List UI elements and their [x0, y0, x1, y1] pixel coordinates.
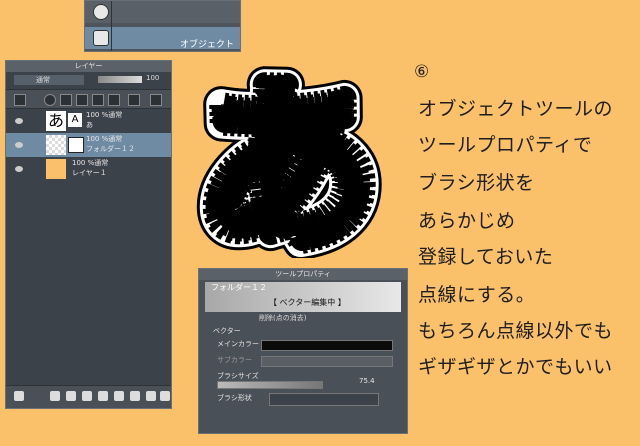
object-tool-row[interactable]: オブジェクト	[85, 27, 240, 50]
layer-panel: レイヤー 通常 100 あ A 100 %通常 あ 100 %通常 フォルダー１…	[5, 60, 172, 409]
step-number: ⑥	[414, 62, 430, 82]
merge-down-icon[interactable]	[98, 391, 108, 401]
ruler-icon[interactable]	[60, 94, 72, 106]
layer-options-icon[interactable]	[128, 94, 140, 106]
copy-layer-icon[interactable]	[146, 391, 156, 401]
text-layer-badge: A	[68, 113, 82, 127]
object-tool-icon	[93, 30, 109, 46]
layer-row-selected[interactable]: 100 %通常 フォルダー１２	[6, 133, 171, 157]
mask-add-icon[interactable]	[114, 391, 124, 401]
layer-color-icon[interactable]	[14, 94, 26, 106]
new-folder-icon[interactable]	[82, 391, 92, 401]
brush-size-value: 75.4	[359, 377, 375, 385]
eye-icon[interactable]	[15, 118, 23, 124]
mask-icon[interactable]	[44, 94, 56, 106]
magnifier-icon	[93, 4, 109, 20]
main-color-label: メインカラー	[217, 340, 259, 348]
tool-property-header: フォルダー１２ 【 ベクター編集中 】	[205, 282, 401, 312]
new-vector-icon[interactable]	[66, 391, 76, 401]
new-raster-icon[interactable]	[50, 391, 60, 401]
instruction-line: ギザギザとかでもいい	[418, 356, 613, 378]
layer-bottom-bar	[6, 385, 171, 408]
layer-name: レイヤー１	[72, 169, 107, 177]
vector-edit-badge: 【 ベクター編集中 】	[269, 298, 346, 307]
layer-mode: 100 %通常	[86, 111, 123, 119]
eye-icon[interactable]	[15, 166, 23, 172]
layer-mode: 100 %通常	[86, 135, 123, 143]
instruction-line: あらかじめ	[418, 210, 516, 232]
ruler-add-icon[interactable]	[130, 391, 140, 401]
layer-name: フォルダー１２	[86, 145, 135, 153]
instruction-line: もちろん点線以外でも	[418, 320, 614, 342]
layer-row[interactable]: あ A 100 %通常 あ	[6, 109, 171, 133]
sub-color-swatch[interactable]	[261, 356, 393, 367]
eye-icon[interactable]	[15, 142, 23, 148]
trash-icon[interactable]	[160, 391, 170, 401]
layer-menu-icon[interactable]	[150, 94, 162, 106]
instruction-line: ブラシ形状を	[418, 172, 535, 194]
brush-size-slider[interactable]	[217, 381, 323, 389]
folder-icon	[68, 137, 84, 153]
divider	[111, 1, 112, 51]
glyph-char: あ	[198, 64, 378, 258]
opacity-value: 100	[146, 74, 160, 82]
tool-property-title: ツールプロパティ	[199, 269, 407, 280]
layer-name: あ	[86, 121, 93, 129]
tool-row[interactable]	[85, 1, 240, 23]
blend-mode-select[interactable]: 通常	[14, 75, 84, 85]
glyph-canvas: あ あ あ あ	[182, 48, 394, 258]
tool-property-panel: ツールプロパティ フォルダー１２ 【 ベクター編集中 】 削除(点の消去) ベク…	[198, 268, 408, 434]
brush-shape-select[interactable]	[269, 393, 379, 406]
subheading: 削除(点の消去)	[259, 314, 307, 322]
brush-shape-label: ブラシ形状	[217, 394, 252, 402]
header-title: フォルダー１２	[211, 283, 267, 292]
sub-color-label: サブカラー	[217, 356, 252, 364]
section-label: ベクター	[213, 327, 241, 335]
instruction-line: ツールプロパティで	[418, 134, 593, 156]
pen-icon[interactable]	[76, 94, 88, 106]
layer-mode: 100 %通常	[72, 159, 109, 167]
lock-transparency-icon[interactable]	[108, 94, 120, 106]
tool-panel-fragment: オブジェクト	[84, 0, 241, 52]
instruction-line: 登録しておいた	[418, 246, 554, 268]
layer-thumbnail: あ	[46, 111, 66, 131]
instruction-line: オブジェクトツールの	[418, 98, 614, 120]
brush-size-label: ブラシサイズ	[217, 372, 259, 380]
opacity-slider[interactable]	[98, 76, 142, 83]
main-color-swatch[interactable]	[261, 340, 393, 351]
layer-panel-title: レイヤー	[6, 61, 171, 72]
layer-row[interactable]: 100 %通常 レイヤー１	[6, 157, 171, 181]
lock-icon[interactable]	[92, 94, 104, 106]
instruction-line: 点線にする。	[418, 284, 536, 306]
layer-thumbnail	[46, 135, 66, 155]
layer-thumbnail	[46, 159, 66, 179]
layer-toolbar	[6, 89, 171, 109]
layer-property-icon[interactable]	[14, 391, 24, 401]
